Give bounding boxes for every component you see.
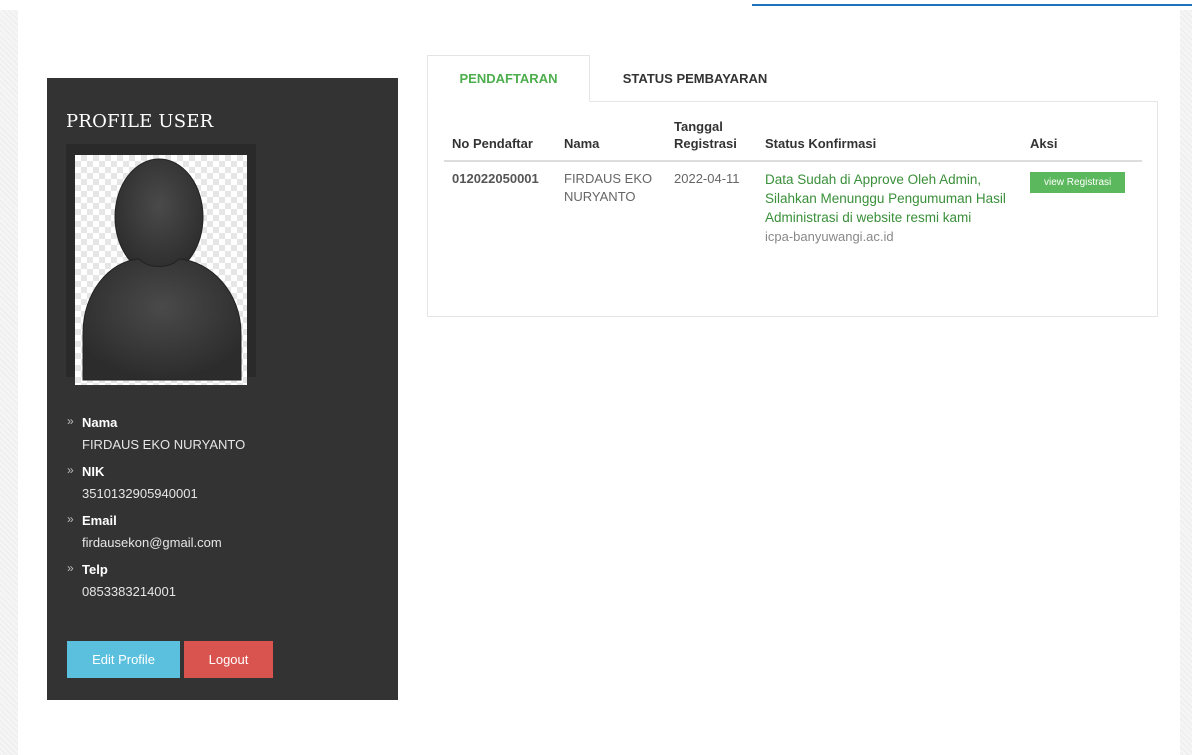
main-container: PROFILE USER » Nama FIRDAUS EKO NURYANTO… (18, 10, 1180, 755)
edit-profile-button[interactable]: Edit Profile (67, 641, 180, 678)
tab-status-pembayaran[interactable]: STATUS PEMBAYARAN (605, 55, 785, 102)
profile-info: » Nama FIRDAUS EKO NURYANTO » NIK 351013… (67, 414, 367, 610)
double-chevron-icon: » (67, 512, 74, 526)
double-chevron-icon: » (67, 463, 74, 477)
cell-status: Data Sudah di Approve Oleh Admin, Silahk… (757, 161, 1022, 254)
status-message: Data Sudah di Approve Oleh Admin, Silahk… (765, 172, 1006, 225)
tab-pendaftaran[interactable]: PENDAFTARAN (427, 55, 590, 102)
user-silhouette-icon (82, 158, 242, 381)
column-header-aksi: Aksi (1022, 118, 1142, 162)
double-chevron-icon: » (67, 414, 74, 428)
sidebar-title: PROFILE USER (66, 111, 214, 132)
view-registrasi-button[interactable]: view Registrasi (1030, 172, 1126, 193)
info-label: Telp (82, 562, 108, 577)
cell-tanggal: 2022-04-11 (674, 171, 740, 186)
top-link-underline[interactable] (752, 0, 1192, 6)
column-header-status: Status Konfirmasi (757, 118, 1022, 162)
registration-panel: No Pendaftar Nama Tanggal Registrasi Sta… (427, 101, 1158, 317)
profile-sidebar: PROFILE USER » Nama FIRDAUS EKO NURYANTO… (47, 78, 398, 700)
column-header-tanggal: Tanggal Registrasi (666, 118, 757, 162)
table-header-row: No Pendaftar Nama Tanggal Registrasi Sta… (444, 118, 1142, 162)
column-header-nama: Nama (556, 118, 666, 162)
status-website: icpa-banyuwangi.ac.id (765, 229, 894, 244)
info-label: Email (82, 513, 117, 528)
info-value: FIRDAUS EKO NURYANTO (82, 437, 246, 452)
info-label: Nama (82, 415, 118, 430)
double-chevron-icon: » (67, 561, 74, 575)
info-item-telp: » Telp 0853383214001 (67, 561, 367, 601)
column-header-no: No Pendaftar (444, 118, 556, 162)
table-row: 012022050001 FIRDAUS EKO NURYANTO 2022-0… (444, 161, 1142, 254)
info-item-nama: » Nama FIRDAUS EKO NURYANTO (67, 414, 367, 454)
avatar-frame (66, 144, 256, 385)
cell-nama: FIRDAUS EKO NURYANTO (564, 171, 653, 204)
info-value: firdausekon@gmail.com (82, 535, 222, 550)
cell-no-pendaftar: 012022050001 (452, 171, 539, 186)
cell-aksi: view Registrasi (1022, 161, 1142, 254)
info-item-email: » Email firdausekon@gmail.com (67, 512, 367, 552)
info-value: 3510132905940001 (82, 486, 198, 501)
registration-table: No Pendaftar Nama Tanggal Registrasi Sta… (444, 118, 1142, 254)
tab-bar: PENDAFTARAN STATUS PEMBAYARAN (427, 55, 1158, 102)
info-label: NIK (82, 464, 105, 479)
avatar (75, 155, 247, 385)
info-value: 0853383214001 (82, 584, 176, 599)
logout-button[interactable]: Logout (184, 641, 273, 678)
info-item-nik: » NIK 3510132905940001 (67, 463, 367, 503)
